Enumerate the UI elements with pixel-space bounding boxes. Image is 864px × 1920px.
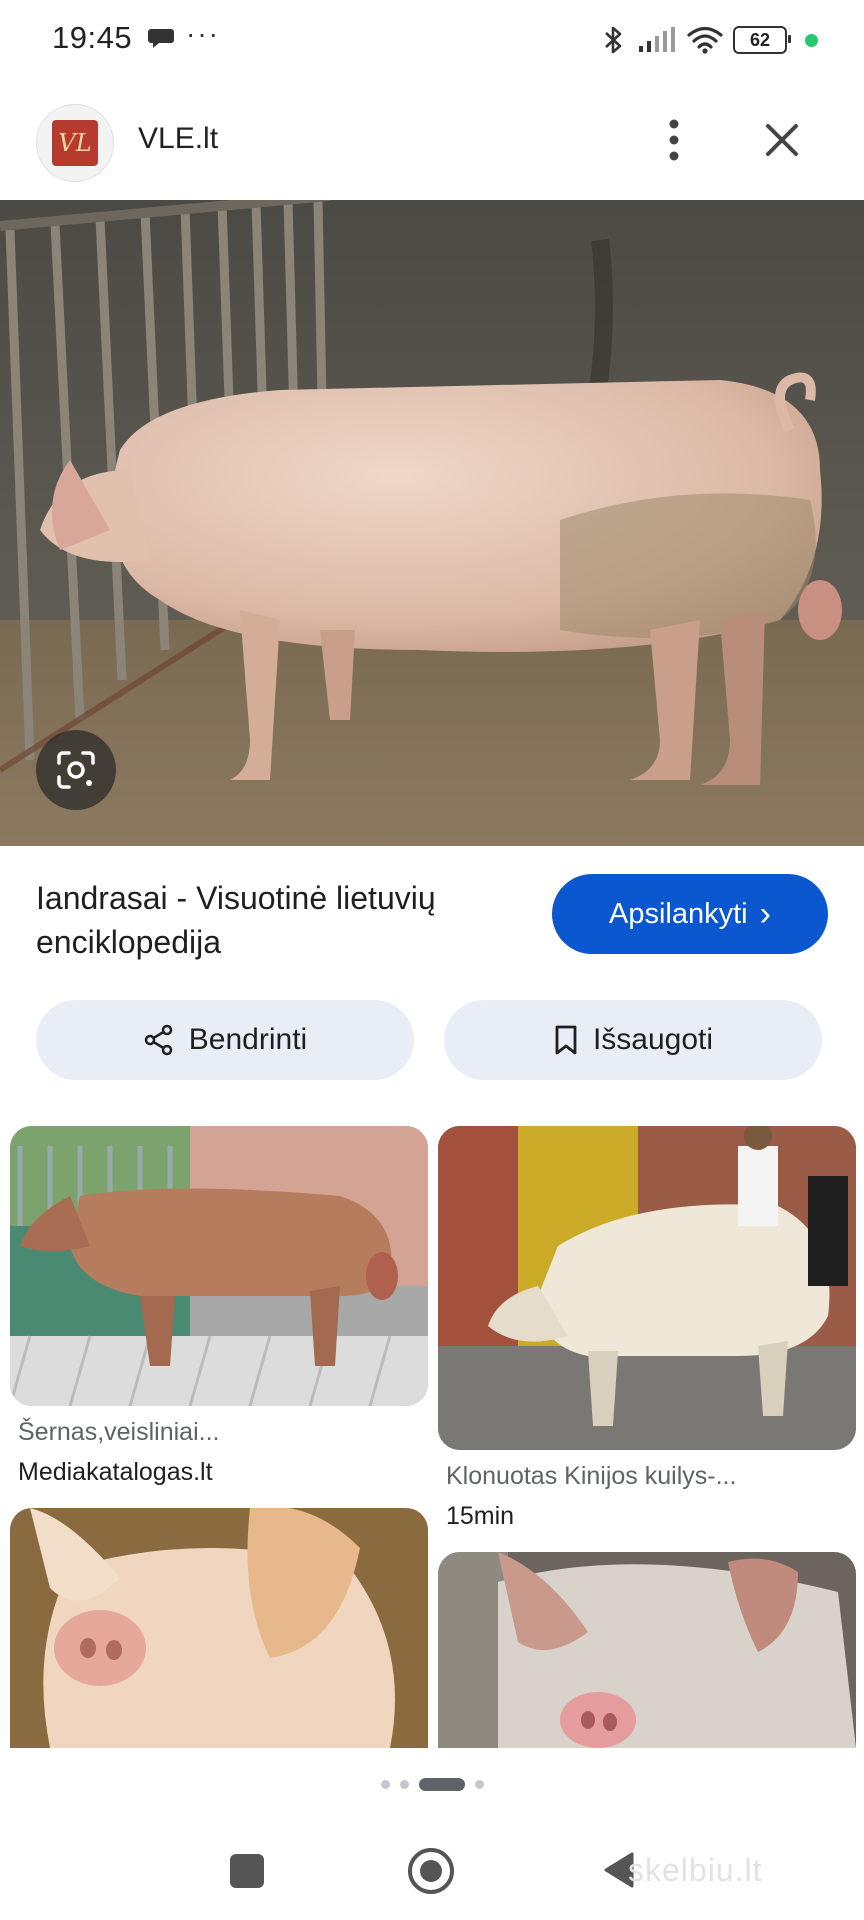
pig-illustration (0, 200, 864, 846)
site-logo[interactable]: VL (36, 104, 114, 182)
related-image-1[interactable] (10, 1126, 428, 1406)
share-icon (144, 1024, 173, 1056)
site-logo-mark: VL (52, 120, 98, 166)
google-lens-icon (57, 751, 95, 789)
site-name[interactable]: VLE.lt (138, 122, 218, 156)
battery-icon: 62 (733, 26, 791, 54)
wifi-icon (687, 26, 723, 54)
chat-bubble-icon (148, 29, 174, 48)
save-button-label: Išsaugoti (592, 1023, 714, 1056)
page-dot-active (418, 1777, 465, 1791)
related-image-3[interactable] (10, 1508, 428, 1748)
related-caption-2[interactable]: Klonuotas Kinijos kuilys-... (446, 1462, 736, 1491)
save-button[interactable]: Išsaugoti (444, 1000, 822, 1080)
page-dot (474, 1779, 484, 1789)
visit-button-label: Apsilankyti (609, 897, 748, 930)
pig-photo-4 (438, 1552, 856, 1748)
chevron-right-icon: › (759, 895, 771, 933)
pig-photo-2 (438, 1126, 856, 1450)
close-icon[interactable] (760, 118, 804, 162)
result-title[interactable]: Iandrasai - Visuotinė lietuvių enciklope… (36, 876, 526, 964)
signal-icon (639, 27, 675, 52)
pig-photo-3 (10, 1508, 428, 1748)
home-icon[interactable] (408, 1848, 454, 1894)
hero-image-pig[interactable] (0, 200, 864, 846)
page-dot (399, 1779, 409, 1789)
share-button-label: Bendrinti (188, 1023, 308, 1056)
site-logo-text: VL (58, 129, 92, 157)
related-source-1[interactable]: Mediakatalogas.lt (18, 1458, 213, 1487)
pig-photo-1 (10, 1126, 428, 1406)
home-icon-dot (420, 1860, 442, 1882)
bookmark-icon (555, 1025, 577, 1055)
google-lens-button[interactable] (36, 730, 116, 810)
bluetooth-icon (605, 26, 622, 54)
related-image-4[interactable] (438, 1552, 856, 1748)
related-caption-1[interactable]: Šernas,veisliniai... (18, 1418, 219, 1447)
battery-level: 62 (749, 29, 771, 50)
recents-icon[interactable] (230, 1854, 264, 1888)
share-button[interactable]: Bendrinti (36, 1000, 414, 1080)
more-vert-icon[interactable] (656, 116, 692, 164)
visit-button[interactable]: Apsilankyti › (552, 874, 828, 954)
status-time: 19:45 (52, 20, 133, 55)
watermark: skelbiu.lt (628, 1852, 763, 1888)
related-source-2[interactable]: 15min (446, 1502, 514, 1531)
status-icons: 62 (601, 22, 818, 58)
status-more-dots: ··· (186, 18, 220, 49)
privacy-indicator-dot (805, 33, 818, 47)
related-image-2[interactable] (438, 1126, 856, 1450)
page-indicator (0, 1774, 864, 1794)
page-dot (380, 1779, 390, 1789)
